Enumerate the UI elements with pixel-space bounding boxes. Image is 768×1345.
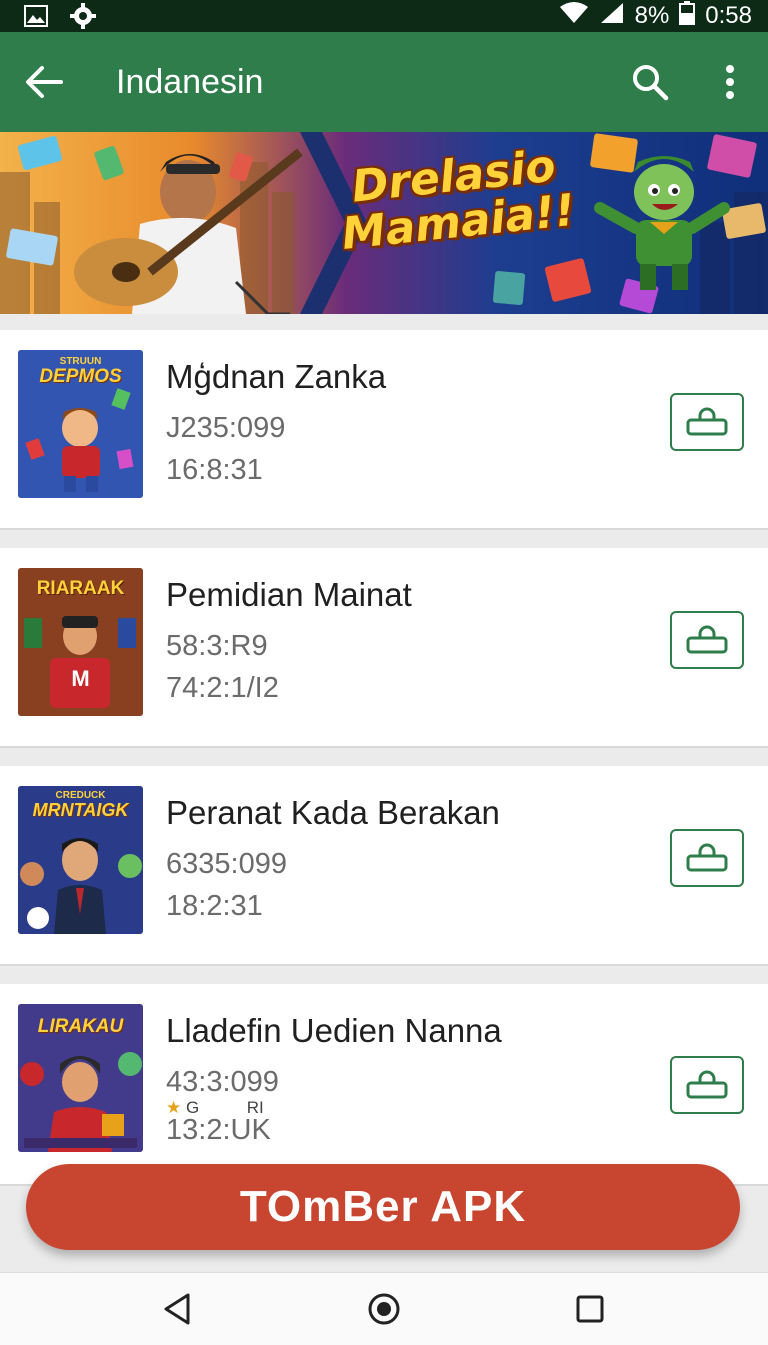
signal-icon bbox=[599, 1, 625, 32]
nav-recents-button[interactable] bbox=[568, 1287, 612, 1331]
battery-icon bbox=[679, 0, 696, 32]
install-button[interactable] bbox=[670, 611, 744, 669]
battery-percent: 8% bbox=[634, 2, 670, 29]
item-detail: 6335:099 bbox=[166, 848, 287, 880]
item-title: Lladefin Uedien Nanna bbox=[166, 1012, 502, 1049]
status-right: 8% 0:58 bbox=[559, 0, 752, 32]
item-detail: 13:2:UK bbox=[166, 1114, 271, 1146]
app-thumbnail: RIARAAK M bbox=[18, 568, 143, 716]
more-vert-icon bbox=[726, 65, 734, 99]
list-item[interactable]: CREDUCK MRNTAIGK Peranat Kada Berakan 63… bbox=[0, 766, 768, 966]
search-icon bbox=[633, 65, 669, 101]
install-icon bbox=[686, 625, 728, 654]
item-detail: 74:2:1/I2 bbox=[166, 672, 279, 704]
item-title: Mģdnan Zanka bbox=[166, 358, 387, 395]
download-apk-button[interactable]: TOmBer APK bbox=[26, 1164, 740, 1250]
nav-back-icon bbox=[164, 1293, 190, 1325]
item-title: Pemidian Mainat bbox=[166, 576, 412, 613]
status-left-icons bbox=[24, 3, 96, 34]
image-icon bbox=[24, 5, 48, 32]
search-button[interactable] bbox=[626, 58, 674, 106]
nav-home-button[interactable] bbox=[362, 1287, 406, 1331]
app-thumbnail: LIRAKAU bbox=[18, 1004, 143, 1152]
more-options-button[interactable] bbox=[708, 58, 752, 106]
list-item[interactable]: LIRAKAU Lladefin Uedien Nanna 43:3:099 ★… bbox=[0, 984, 768, 1186]
install-button[interactable] bbox=[670, 393, 744, 451]
download-apk-label: TOmBer APK bbox=[239, 1182, 527, 1231]
install-icon bbox=[686, 843, 728, 872]
app-bar: Indanesin bbox=[0, 32, 768, 132]
install-icon bbox=[686, 1070, 728, 1099]
nav-recents-icon bbox=[576, 1295, 604, 1323]
nav-home-icon bbox=[368, 1293, 400, 1325]
app-thumbnail: STRUUN DEPMOS bbox=[18, 350, 143, 498]
back-button[interactable] bbox=[22, 60, 66, 104]
wifi-icon bbox=[559, 1, 589, 32]
install-button[interactable] bbox=[670, 1056, 744, 1114]
clock: 0:58 bbox=[705, 2, 752, 29]
settings-gear-icon bbox=[70, 3, 96, 34]
item-detail: 43:3:099 bbox=[166, 1066, 279, 1098]
install-icon bbox=[686, 407, 728, 436]
thumb-title: MRNTAIGK bbox=[32, 800, 129, 820]
thumb-title: DEPMOS bbox=[39, 366, 122, 387]
list-item[interactable]: STRUUN DEPMOS Mģdnan Zanka J235:099 16:8… bbox=[0, 330, 768, 530]
thumb-title: LIRAKAU bbox=[37, 1016, 124, 1037]
item-detail: 18:2:31 bbox=[166, 890, 263, 922]
item-detail: J235:099 bbox=[166, 412, 286, 444]
item-detail: 58:3:R9 bbox=[166, 630, 268, 662]
item-title: Peranat Kada Berakan bbox=[166, 794, 500, 831]
system-nav-bar bbox=[0, 1272, 768, 1345]
nav-back-button[interactable] bbox=[155, 1287, 199, 1331]
promo-banner[interactable]: Drelasio Mamaia!! bbox=[0, 132, 768, 314]
list-item[interactable]: RIARAAK M Pemidian Mainat 58:3:R9 74:2:1… bbox=[0, 548, 768, 748]
install-button[interactable] bbox=[670, 829, 744, 887]
page-title: Indanesin bbox=[116, 63, 264, 101]
thumb-badge: M bbox=[71, 666, 90, 691]
item-detail: 16:8:31 bbox=[166, 454, 263, 486]
status-bar: 8% 0:58 bbox=[0, 0, 768, 32]
thumb-title: RIARAAK bbox=[36, 578, 125, 599]
app-thumbnail: CREDUCK MRNTAIGK bbox=[18, 786, 143, 934]
back-arrow-icon bbox=[26, 66, 63, 98]
